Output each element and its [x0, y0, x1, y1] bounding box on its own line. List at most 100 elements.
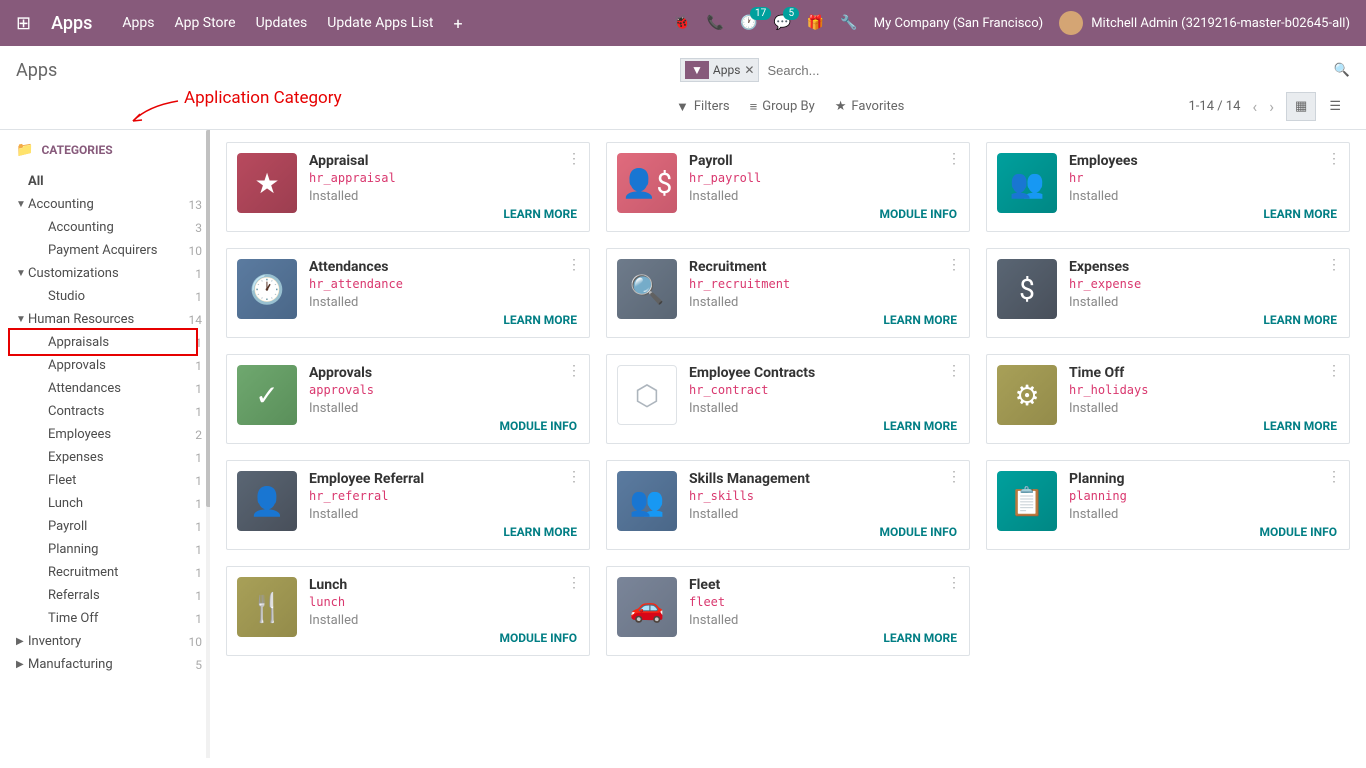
app-card[interactable]: 👤$Payrollhr_payrollInstalledMODULE INFO⋮: [606, 142, 970, 232]
app-card[interactable]: 🔍Recruitmenthr_recruitmentInstalledLEARN…: [606, 248, 970, 338]
facet-remove-icon[interactable]: ✕: [744, 63, 754, 77]
gift-icon[interactable]: 🎁: [807, 15, 824, 31]
kebab-menu-icon[interactable]: ⋮: [947, 151, 961, 167]
phone-icon[interactable]: 📞: [707, 15, 724, 31]
company-name[interactable]: My Company (San Francisco): [874, 16, 1043, 31]
app-card[interactable]: 🚗FleetfleetInstalledLEARN MORE⋮: [606, 566, 970, 656]
caret-down-icon[interactable]: ▼: [16, 268, 28, 279]
app-card[interactable]: 👤Employee Referralhr_referralInstalledLE…: [226, 460, 590, 550]
category-item[interactable]: Attendances1: [16, 377, 210, 400]
category-item[interactable]: ▼Accounting13: [16, 193, 210, 216]
caret-down-icon[interactable]: ▼: [16, 199, 28, 210]
app-action-button[interactable]: LEARN MORE: [1263, 313, 1337, 327]
category-item[interactable]: Expenses1: [16, 446, 210, 469]
app-action-button[interactable]: MODULE INFO: [499, 419, 577, 433]
app-action-button[interactable]: LEARN MORE: [1263, 207, 1337, 221]
app-card[interactable]: 🕐Attendanceshr_attendanceInstalledLEARN …: [226, 248, 590, 338]
apps-grid-icon[interactable]: ⊞: [16, 13, 31, 34]
category-name: Recruitment: [32, 565, 195, 580]
category-item[interactable]: Payroll1: [16, 515, 210, 538]
kebab-menu-icon[interactable]: ⋮: [947, 257, 961, 273]
app-action-button[interactable]: LEARN MORE: [883, 419, 957, 433]
groupby-button[interactable]: ≡Group By: [750, 99, 815, 115]
clock-icon[interactable]: 🕐17: [740, 15, 757, 31]
kebab-menu-icon[interactable]: ⋮: [567, 469, 581, 485]
nav-link-apps[interactable]: Apps: [122, 15, 154, 31]
bug-icon[interactable]: 🐞: [673, 15, 690, 31]
app-action-button[interactable]: MODULE INFO: [1259, 525, 1337, 539]
wrench-icon[interactable]: 🔧: [840, 15, 857, 31]
kebab-menu-icon[interactable]: ⋮: [1327, 469, 1341, 485]
nav-link-appstore[interactable]: App Store: [174, 15, 235, 31]
category-item[interactable]: Lunch1: [16, 492, 210, 515]
search-icon[interactable]: 🔍: [1334, 63, 1350, 78]
search-facet[interactable]: ▼ Apps ✕: [680, 58, 759, 82]
caret-down-icon[interactable]: ▼: [16, 314, 28, 325]
category-item[interactable]: Employees2: [16, 423, 210, 446]
app-card[interactable]: ★Appraisalhr_appraisalInstalledLEARN MOR…: [226, 142, 590, 232]
category-item[interactable]: Studio1: [16, 285, 210, 308]
app-action-button[interactable]: MODULE INFO: [879, 207, 957, 221]
scrollbar-thumb[interactable]: [206, 130, 210, 507]
app-action-button[interactable]: MODULE INFO: [499, 631, 577, 645]
kebab-menu-icon[interactable]: ⋮: [567, 151, 581, 167]
app-card[interactable]: 👥Skills Managementhr_skillsInstalledMODU…: [606, 460, 970, 550]
category-all[interactable]: All: [16, 170, 210, 193]
app-action-button[interactable]: LEARN MORE: [503, 525, 577, 539]
category-item[interactable]: ▶Manufacturing5: [16, 653, 210, 676]
kebab-menu-icon[interactable]: ⋮: [567, 257, 581, 273]
category-item[interactable]: Recruitment1: [16, 561, 210, 584]
category-item[interactable]: Appraisals1: [16, 331, 210, 354]
category-item[interactable]: Payment Acquirers10: [16, 239, 210, 262]
kebab-menu-icon[interactable]: ⋮: [947, 469, 961, 485]
app-card[interactable]: 📋PlanningplanningInstalledMODULE INFO⋮: [986, 460, 1350, 550]
app-action-button[interactable]: MODULE INFO: [879, 525, 957, 539]
category-item[interactable]: Approvals1: [16, 354, 210, 377]
category-name: Employees: [32, 427, 195, 442]
app-action-button[interactable]: LEARN MORE: [503, 313, 577, 327]
pager-prev-icon[interactable]: ‹: [1252, 97, 1257, 116]
kebab-menu-icon[interactable]: ⋮: [1327, 363, 1341, 379]
kanban-view-button[interactable]: ▦: [1286, 92, 1316, 121]
caret-right-icon[interactable]: ▶: [16, 636, 28, 647]
filters-button[interactable]: ▼Filters: [676, 99, 730, 115]
app-card[interactable]: ✓ApprovalsapprovalsInstalledMODULE INFO⋮: [226, 354, 590, 444]
app-card[interactable]: 👥EmployeeshrInstalledLEARN MORE⋮: [986, 142, 1350, 232]
pager-next-icon[interactable]: ›: [1269, 97, 1274, 116]
kebab-menu-icon[interactable]: ⋮: [567, 575, 581, 591]
user-menu[interactable]: Mitchell Admin (3219216-master-b02645-al…: [1059, 11, 1350, 35]
brand-title[interactable]: Apps: [51, 13, 92, 34]
app-card[interactable]: 🍴LunchlunchInstalledMODULE INFO⋮: [226, 566, 590, 656]
chat-icon[interactable]: 💬5: [773, 15, 790, 31]
search-input[interactable]: [759, 59, 1333, 82]
category-item[interactable]: Referrals1: [16, 584, 210, 607]
category-item[interactable]: Contracts1: [16, 400, 210, 423]
app-card[interactable]: $Expenseshr_expenseInstalledLEARN MORE⋮: [986, 248, 1350, 338]
caret-right-icon[interactable]: ▶: [16, 659, 28, 670]
category-item[interactable]: Planning1: [16, 538, 210, 561]
app-card[interactable]: ⬡Employee Contractshr_contractInstalledL…: [606, 354, 970, 444]
app-action-button[interactable]: LEARN MORE: [883, 631, 957, 645]
app-icon: 👤$: [617, 153, 677, 213]
kebab-menu-icon[interactable]: ⋮: [947, 363, 961, 379]
category-item[interactable]: ▶Inventory10: [16, 630, 210, 653]
app-action-button[interactable]: LEARN MORE: [1263, 419, 1337, 433]
app-card[interactable]: ⚙Time Offhr_holidaysInstalledLEARN MORE⋮: [986, 354, 1350, 444]
category-item[interactable]: ▼Customizations1: [16, 262, 210, 285]
favorites-button[interactable]: ★Favorites: [835, 99, 905, 115]
app-action-button[interactable]: LEARN MORE: [503, 207, 577, 221]
kebab-menu-icon[interactable]: ⋮: [1327, 257, 1341, 273]
nav-link-updates[interactable]: Updates: [256, 15, 308, 31]
plus-icon[interactable]: +: [454, 14, 463, 33]
app-action-button[interactable]: LEARN MORE: [883, 313, 957, 327]
category-item[interactable]: Time Off1: [16, 607, 210, 630]
list-view-button[interactable]: ☰: [1320, 92, 1350, 121]
kebab-menu-icon[interactable]: ⋮: [567, 363, 581, 379]
nav-link-updatelist[interactable]: Update Apps List: [327, 15, 433, 31]
kebab-menu-icon[interactable]: ⋮: [1327, 151, 1341, 167]
category-count: 1: [195, 290, 202, 304]
kebab-menu-icon[interactable]: ⋮: [947, 575, 961, 591]
category-item[interactable]: Accounting3: [16, 216, 210, 239]
category-item[interactable]: Fleet1: [16, 469, 210, 492]
category-item[interactable]: ▼Human Resources14: [16, 308, 210, 331]
